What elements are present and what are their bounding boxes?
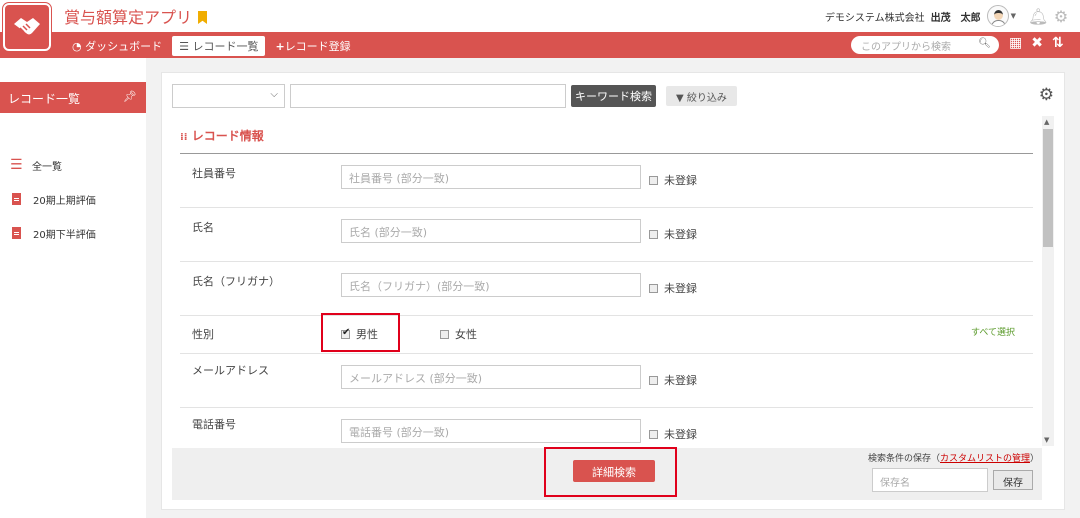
sidebar-title: レコード一覧 [8,92,81,106]
scroll-down-icon[interactable]: ▼ [1044,436,1049,444]
field-select[interactable]: ⌵ [172,84,285,108]
sync-icon[interactable]: ⇅ [1052,35,1064,51]
sidebar-item-second-half[interactable]: 20期下半評価 [10,216,96,250]
unregistered-checkbox[interactable]: 未登録 [649,280,697,296]
unregistered-checkbox[interactable]: 未登録 [649,372,697,388]
field-label: 氏名（フリガナ） [192,275,280,288]
sidebar-item-all[interactable]: ☰ 全一覧 [10,148,96,182]
nav-record-list[interactable]: ☰ レコード一覧 [172,36,266,56]
top-header: 賞与額算定アプリ デモシステム株式会社 出茂 太郎 ▼ 🔔︎ ⚙ [0,0,1080,32]
app-title[interactable]: 賞与額算定アプリ [64,8,192,27]
plus-icon: + [275,40,285,53]
handshake-icon [14,18,40,35]
tools-icon[interactable]: ✖ [1031,35,1043,51]
section-title: ⁞⁞ レコード情報 [180,129,264,143]
phone-input[interactable]: 電話番号 (部分一致) [341,419,641,443]
gear-icon[interactable]: ⚙ [1039,85,1054,105]
app-search-placeholder: このアプリから検索 [861,42,951,53]
sidebar-item-first-half[interactable]: 20期上期評価 [10,182,96,216]
app-logo[interactable] [3,3,51,51]
email-input[interactable]: メールアドレス (部分一致) [341,365,641,389]
keyword-search-button[interactable]: キーワード検索 [571,85,656,107]
scroll-up-icon[interactable]: ▲ [1044,118,1049,126]
sidebar-header: レコード一覧 📌︎ [0,82,146,113]
avatar[interactable] [986,5,1009,27]
scrollbar-thumb[interactable] [1043,129,1053,247]
name-kana-input[interactable]: 氏名（フリガナ）(部分一致) [341,273,641,297]
user-name: 出茂 太郎 [930,12,981,24]
keyword-input[interactable] [290,84,566,108]
filter-icon: ▼ [676,93,687,104]
nav-dashboard[interactable]: ◔ ダッシュボード [64,36,170,56]
field-label: メールアドレス [192,364,269,377]
nav-bar: ◔ ダッシュボード ☰ レコード一覧 +レコード登録 このアプリから検索 🔍︎ … [0,32,1080,58]
sidebar: レコード一覧 📌︎ ☰ 全一覧 20期上期評価 20期下半評価 [0,58,146,518]
field-label: 社員番号 [192,167,236,180]
nav-record-add[interactable]: +レコード登録 [267,36,358,56]
save-name-input[interactable]: 保存名 [872,468,988,492]
search-icon[interactable]: 🔍︎ [978,38,991,49]
select-all-link[interactable]: すべて選択 [971,325,1015,338]
save-caption: 検索条件の保存（カスタムリストの管理） [867,454,1039,464]
search-form: ⁞⁞ レコード情報 社員番号 社員番号 (部分一致) 未登録 氏名 氏名 (部分… [172,116,1042,446]
search-toolbar: ⌵ キーワード検索 ▼ 絞り込み [172,84,737,108]
field-row-name: 氏名 氏名 (部分一致) 未登録 [180,208,1033,262]
custom-list-link[interactable]: カスタムリストの管理 [940,454,1030,464]
company-name: デモシステム株式会社 [824,12,925,24]
document-icon [12,193,21,205]
field-label: 性別 [192,328,214,341]
unregistered-checkbox[interactable]: 未登録 [649,226,697,242]
unregistered-checkbox[interactable]: 未登録 [649,426,697,442]
gender-female-checkbox[interactable]: 女性 [440,326,477,342]
field-row-email: メールアドレス メールアドレス (部分一致) 未登録 [180,354,1033,408]
save-button[interactable]: 保存 [993,470,1033,490]
chevron-down-icon[interactable]: ▼ [1011,12,1016,20]
list-icon: ☰ [179,40,193,53]
highlight-annotation [544,447,677,497]
field-row-employee-number: 社員番号 社員番号 (部分一致) 未登録 [180,154,1033,208]
chevron-down-icon: ⌵ [270,89,278,100]
gear-icon[interactable]: ⚙ [1052,7,1070,26]
pin-icon[interactable]: 📌︎ [123,90,137,103]
search-panel: ⌵ キーワード検索 ▼ 絞り込み ⚙ ⁞⁞ レコード情報 社員番号 社員番号 (… [161,72,1065,510]
bell-icon[interactable]: 🔔︎ [1028,7,1048,26]
user-area: デモシステム株式会社 出茂 太郎 ▼ 🔔︎ ⚙ [825,4,1070,28]
field-label: 電話番号 [192,418,236,431]
app-title-area: 賞与額算定アプリ [64,4,208,28]
unregistered-checkbox[interactable]: 未登録 [649,172,697,188]
field-label: 氏名 [192,221,214,234]
filter-button[interactable]: ▼ 絞り込み [666,86,737,106]
field-row-name-kana: 氏名（フリガナ） 氏名（フリガナ）(部分一致) 未登録 [180,262,1033,316]
qr-code-icon[interactable]: ▦ [1009,35,1022,51]
dashboard-icon: ◔ [72,40,86,53]
name-input[interactable]: 氏名 (部分一致) [341,219,641,243]
employee-number-input[interactable]: 社員番号 (部分一致) [341,165,641,189]
list-icon: ☰ [10,157,23,173]
bookmark-icon[interactable] [198,11,208,24]
app-search-input[interactable]: このアプリから検索 🔍︎ [851,36,999,54]
highlight-annotation [321,313,400,352]
scrollbar[interactable]: ▲ ▼ [1042,116,1054,446]
drag-handle-icon: ⁞⁞ [180,132,188,143]
field-row-gender: 性別 男性 女性 すべて選択 [180,316,1033,354]
document-icon [12,227,21,239]
field-row-phone: 電話番号 電話番号 (部分一致) 未登録 [180,408,1033,446]
